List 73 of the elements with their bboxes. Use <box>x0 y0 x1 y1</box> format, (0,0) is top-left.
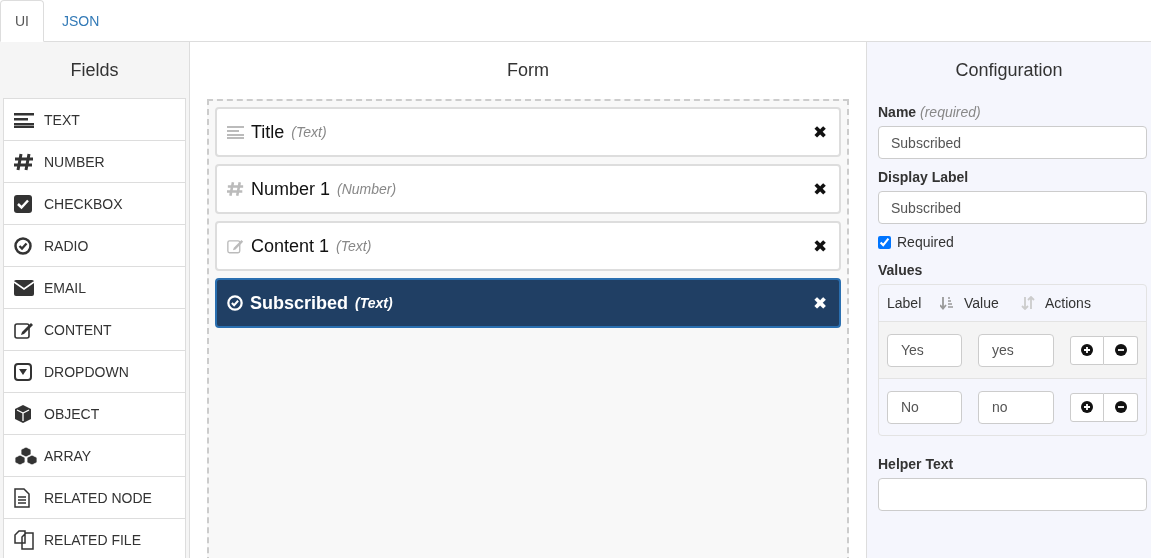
plus-circle-icon <box>1081 344 1093 356</box>
column-header: Value <box>964 295 1000 311</box>
minus-circle-icon <box>1114 344 1127 356</box>
cubes-icon <box>14 445 38 466</box>
helper-text-field[interactable] <box>878 478 1147 511</box>
remove-button[interactable] <box>1104 392 1138 422</box>
plus-circle-icon <box>1081 401 1093 413</box>
label-field[interactable]: Yes <box>887 333 962 367</box>
lines-icon <box>14 111 34 128</box>
form-field-item[interactable]: Subscribed (Text) ✖ <box>215 278 841 328</box>
minus-circle-icon <box>1114 401 1127 413</box>
column-header: Actions <box>1045 295 1091 311</box>
field-name: Number 1 <box>251 178 331 200</box>
remove-button[interactable]: ✖ <box>813 235 827 257</box>
hash-icon <box>227 181 244 197</box>
field-label: Helper Text <box>878 456 954 472</box>
panel-title: Configuration <box>954 58 1064 82</box>
form-field-item[interactable]: Content 1 (Text) ✖ <box>215 221 841 271</box>
field-type: (Text) <box>291 124 327 140</box>
field-label: Values <box>878 262 923 278</box>
field-type-item[interactable]: RELATED FILE <box>4 519 185 558</box>
value-field[interactable]: yes <box>978 333 1054 367</box>
remove-button[interactable]: ✖ <box>813 292 827 314</box>
edit-icon <box>14 320 34 339</box>
column-header: Label <box>887 295 923 311</box>
field-label: Display Label <box>878 169 969 185</box>
checkbox-icon <box>14 194 32 213</box>
required-hint: (required) <box>920 104 981 120</box>
envelope-icon <box>14 279 34 296</box>
name-field[interactable]: Subscribed <box>878 126 1147 159</box>
field-type-item[interactable]: NUMBER <box>4 141 185 183</box>
check-circle-icon <box>227 295 243 311</box>
field-label: Name <box>878 104 917 120</box>
field-name: Subscribed <box>250 292 349 314</box>
remove-button[interactable]: ✖ <box>813 178 827 200</box>
field-type-item[interactable]: RADIO <box>4 225 185 267</box>
cube-icon <box>14 403 32 424</box>
display-label-field[interactable]: Subscribed <box>878 191 1147 224</box>
dropdown-icon <box>14 362 32 381</box>
field-type-item[interactable]: OBJECT <box>4 393 185 435</box>
field-type-item[interactable]: CONTENT <box>4 309 185 351</box>
lines-icon <box>227 125 244 139</box>
edit-icon <box>227 238 244 254</box>
field-type: (Text) <box>355 295 393 311</box>
field-type-item[interactable]: DROPDOWN <box>4 351 185 393</box>
panel-title: Form <box>506 58 550 82</box>
add-button[interactable] <box>1070 392 1104 422</box>
remove-button[interactable] <box>1104 335 1138 365</box>
field-type: (Number) <box>337 181 397 197</box>
field-type-item[interactable]: EMAIL <box>4 267 185 309</box>
required-checkbox[interactable] <box>878 235 891 249</box>
field-type-item[interactable]: CHECKBOX <box>4 183 185 225</box>
field-type-item[interactable]: RELATED NODE <box>4 477 185 519</box>
document-icon <box>14 487 30 508</box>
field-name: Title <box>251 121 285 143</box>
field-type: (Text) <box>336 238 372 254</box>
add-button[interactable] <box>1070 335 1104 365</box>
tab[interactable]: JSON <box>44 0 118 42</box>
panel-title: Fields <box>69 58 120 82</box>
check-circle-icon <box>14 236 32 255</box>
checkbox-label: Required <box>897 234 954 250</box>
copy-icon <box>14 529 34 550</box>
label-field[interactable]: No <box>887 390 962 424</box>
hash-icon <box>14 152 34 171</box>
remove-button[interactable]: ✖ <box>813 121 827 143</box>
field-type-item[interactable]: TEXT <box>4 99 185 141</box>
form-field-item[interactable]: Title (Text) ✖ <box>215 107 841 157</box>
tab[interactable]: UI <box>0 0 44 42</box>
sort-icon[interactable] <box>940 296 954 310</box>
value-field[interactable]: no <box>978 390 1054 424</box>
field-type-item[interactable]: ARRAY <box>4 435 185 477</box>
form-field-item[interactable]: Number 1 (Number) ✖ <box>215 164 841 214</box>
field-name: Content 1 <box>251 235 330 257</box>
